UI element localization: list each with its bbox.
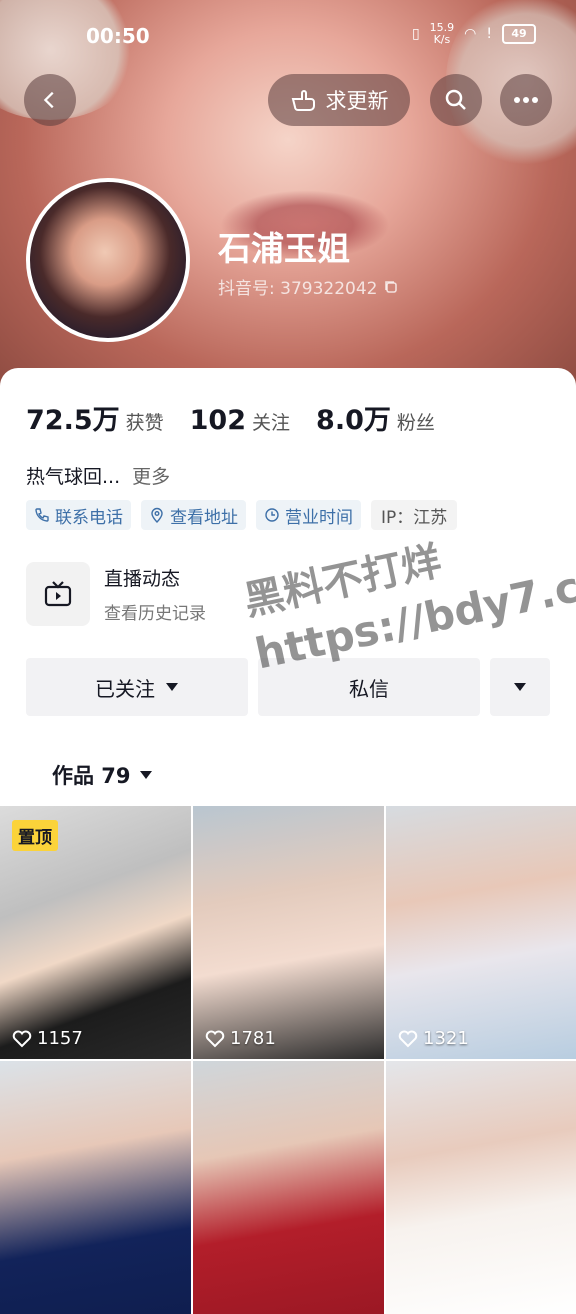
stat-label: 获赞 — [125, 412, 164, 434]
video-thumbnail[interactable]: 1781 — [193, 806, 384, 1059]
avatar[interactable] — [26, 178, 190, 342]
stat-number: 72.5万 — [26, 405, 120, 436]
net-speed: 15.9 K/s — [429, 21, 455, 46]
followed-button[interactable]: 已关注 — [26, 658, 248, 716]
live-history[interactable]: 直播动态 查看历史记录 — [26, 562, 206, 626]
profile-name: 石浦玉姐 — [218, 229, 350, 268]
tag-hours[interactable]: 营业时间 — [256, 500, 361, 530]
video-thumbnail[interactable] — [193, 1061, 384, 1314]
tag-phone[interactable]: 联系电话 — [26, 500, 131, 530]
video-thumbnail[interactable]: 置顶 1157 — [0, 806, 191, 1059]
chevron-left-icon — [43, 91, 54, 109]
phone-icon — [35, 508, 49, 522]
like-count: 1781 — [205, 1028, 276, 1049]
stat-likes[interactable]: 72.5万 获赞 — [26, 398, 164, 437]
profile-sheet: 72.5万 获赞 102 关注 8.0万 粉丝 热气球回... 更多 联系电话 查… — [0, 368, 576, 1314]
more-dots-icon — [514, 97, 538, 103]
douyin-id[interactable]: 抖音号: 379322042 — [218, 274, 399, 299]
bio: 热气球回... 更多 — [26, 462, 170, 489]
info-tags: 联系电话 查看地址 营业时间 IP：江苏 — [26, 500, 458, 530]
stat-number: 102 — [189, 405, 247, 436]
status-icons: ▯ 15.9 K/s ◠ ! 49 — [412, 22, 536, 46]
works-label: 作品 79 — [52, 764, 131, 788]
tag-label: IP：江苏 — [381, 507, 448, 528]
back-button[interactable] — [24, 74, 76, 126]
status-time: 00:50 — [86, 24, 150, 48]
status-bar: 00:50 ▯ 15.9 K/s ◠ ! 49 — [0, 0, 576, 70]
search-button[interactable] — [430, 74, 482, 126]
stat-followers[interactable]: 8.0万 粉丝 — [316, 398, 435, 437]
video-thumbnail[interactable] — [386, 1061, 576, 1314]
live-subtitle: 查看历史记录 — [104, 604, 206, 624]
copy-icon[interactable] — [383, 279, 399, 295]
caret-down-icon — [166, 683, 178, 691]
stat-following[interactable]: 102 关注 — [190, 405, 290, 436]
stat-label: 关注 — [252, 412, 291, 434]
tag-label: 查看地址 — [170, 507, 238, 528]
clock-icon — [265, 508, 279, 522]
like-count: 1157 — [12, 1028, 83, 1049]
wifi-icon: ◠ — [464, 26, 477, 42]
message-label: 私信 — [349, 676, 389, 701]
bio-more-link[interactable]: 更多 — [132, 466, 170, 488]
hand-point-icon — [291, 90, 315, 111]
request-update-label: 求更新 — [325, 89, 389, 113]
stat-label: 粉丝 — [396, 412, 435, 434]
search-icon — [445, 89, 466, 110]
caret-down-icon — [514, 683, 526, 691]
stat-number: 8.0万 — [316, 405, 391, 436]
douyin-id-text: 抖音号: 379322042 — [218, 279, 378, 299]
caret-down-icon — [139, 771, 152, 779]
vibrate-icon: ▯ — [411, 26, 420, 42]
tag-label: 联系电话 — [55, 507, 123, 528]
live-text: 直播动态 查看历史记录 — [104, 564, 206, 624]
bio-text: 热气球回... — [26, 466, 121, 488]
live-title: 直播动态 — [104, 568, 181, 590]
stats-row: 72.5万 获赞 102 关注 8.0万 粉丝 — [26, 398, 461, 437]
more-options-button[interactable] — [490, 658, 550, 716]
tag-label: 营业时间 — [285, 507, 353, 528]
like-count: 1321 — [398, 1028, 469, 1049]
heart-icon — [12, 1030, 32, 1047]
request-update-button[interactable]: 求更新 — [268, 74, 410, 126]
heart-icon — [205, 1030, 225, 1047]
followed-label: 已关注 — [95, 676, 155, 701]
video-grid: 置顶 1157 1781 1321 — [0, 806, 576, 1314]
tv-icon — [26, 562, 90, 626]
video-thumbnail[interactable] — [0, 1061, 191, 1314]
more-button[interactable] — [500, 74, 552, 126]
tag-address[interactable]: 查看地址 — [141, 500, 246, 530]
location-icon — [151, 507, 163, 523]
tab-works[interactable]: 作品 79 — [52, 760, 153, 790]
pinned-badge: 置顶 — [12, 820, 58, 851]
video-thumbnail[interactable]: 1321 — [386, 806, 576, 1059]
alert-icon: ! — [486, 26, 492, 42]
heart-icon — [398, 1030, 418, 1047]
battery-icon: 49 — [502, 24, 536, 44]
